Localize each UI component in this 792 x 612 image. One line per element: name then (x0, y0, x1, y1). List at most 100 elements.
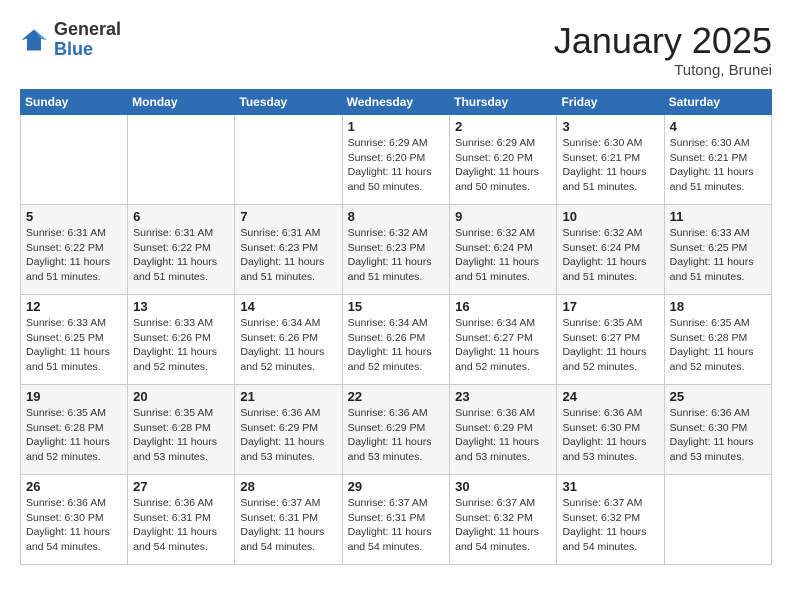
weekday-header: Thursday (450, 90, 557, 115)
day-info: Sunrise: 6:37 AM Sunset: 6:32 PM Dayligh… (562, 496, 658, 555)
day-info: Sunrise: 6:35 AM Sunset: 6:28 PM Dayligh… (670, 316, 766, 375)
calendar-cell: 22 Sunrise: 6:36 AM Sunset: 6:29 PM Dayli… (342, 385, 450, 475)
calendar-cell: 17Sunrise: 6:35 AM Sunset: 6:27 PM Dayli… (557, 295, 664, 385)
calendar-cell: 15Sunrise: 6:34 AM Sunset: 6:26 PM Dayli… (342, 295, 450, 385)
day-number: 19 (26, 389, 122, 404)
day-number: 21 (240, 389, 336, 404)
weekday-header: Monday (128, 90, 235, 115)
day-info: Sunrise: 6:36 AM Sunset: 6:30 PM Dayligh… (562, 406, 658, 465)
weekday-header: Friday (557, 90, 664, 115)
calendar-cell: 27 Sunrise: 6:36 AM Sunset: 6:31 PM Dayli… (128, 475, 235, 565)
calendar-cell: 14 Sunrise: 6:34 AM Sunset: 6:26 PM Dayli… (235, 295, 342, 385)
day-number: 15 (348, 299, 445, 314)
day-number: 8 (348, 209, 445, 224)
day-info: Sunrise: 6:34 AM Sunset: 6:26 PM Dayligh… (240, 316, 336, 375)
calendar-header: SundayMondayTuesdayWednesdayThursdayFrid… (21, 90, 772, 115)
day-number: 10 (562, 209, 658, 224)
day-number: 28 (240, 479, 336, 494)
logo-blue: Blue (54, 40, 121, 60)
calendar-cell: 24Sunrise: 6:36 AM Sunset: 6:30 PM Dayli… (557, 385, 664, 475)
day-info: Sunrise: 6:31 AM Sunset: 6:22 PM Dayligh… (133, 226, 229, 285)
day-info: Sunrise: 6:33 AM Sunset: 6:25 PM Dayligh… (26, 316, 122, 375)
calendar-cell: 2 Sunrise: 6:29 AM Sunset: 6:20 PM Daylig… (450, 115, 557, 205)
calendar-cell: 9Sunrise: 6:32 AM Sunset: 6:24 PM Daylig… (450, 205, 557, 295)
calendar-week-row: 1Sunrise: 6:29 AM Sunset: 6:20 PM Daylig… (21, 115, 772, 205)
day-number: 26 (26, 479, 122, 494)
day-number: 30 (455, 479, 551, 494)
day-number: 11 (670, 209, 766, 224)
calendar-cell: 29 Sunrise: 6:37 AM Sunset: 6:31 PM Dayli… (342, 475, 450, 565)
day-info: Sunrise: 6:35 AM Sunset: 6:27 PM Dayligh… (562, 316, 658, 375)
day-info: Sunrise: 6:30 AM Sunset: 6:21 PM Dayligh… (670, 136, 766, 195)
day-number: 16 (455, 299, 551, 314)
day-info: Sunrise: 6:36 AM Sunset: 6:31 PM Dayligh… (133, 496, 229, 555)
calendar-cell: 4 Sunrise: 6:30 AM Sunset: 6:21 PM Daylig… (664, 115, 771, 205)
calendar-cell: 25 Sunrise: 6:36 AM Sunset: 6:30 PM Dayli… (664, 385, 771, 475)
day-number: 5 (26, 209, 122, 224)
calendar-cell: 21 Sunrise: 6:36 AM Sunset: 6:29 PM Dayli… (235, 385, 342, 475)
day-number: 3 (562, 119, 658, 134)
day-info: Sunrise: 6:33 AM Sunset: 6:25 PM Dayligh… (670, 226, 766, 285)
day-number: 2 (455, 119, 551, 134)
day-info: Sunrise: 6:37 AM Sunset: 6:32 PM Dayligh… (455, 496, 551, 555)
day-info: Sunrise: 6:36 AM Sunset: 6:30 PM Dayligh… (670, 406, 766, 465)
weekday-header: Wednesday (342, 90, 450, 115)
day-number: 14 (240, 299, 336, 314)
calendar-cell: 5 Sunrise: 6:31 AM Sunset: 6:22 PM Daylig… (21, 205, 128, 295)
calendar-body: 1Sunrise: 6:29 AM Sunset: 6:20 PM Daylig… (21, 115, 772, 565)
calendar-cell: 23 Sunrise: 6:36 AM Sunset: 6:29 PM Dayli… (450, 385, 557, 475)
day-number: 22 (348, 389, 445, 404)
calendar-week-row: 5 Sunrise: 6:31 AM Sunset: 6:22 PM Daylig… (21, 205, 772, 295)
day-number: 12 (26, 299, 122, 314)
day-info: Sunrise: 6:29 AM Sunset: 6:20 PM Dayligh… (348, 136, 445, 195)
calendar-cell: 8 Sunrise: 6:32 AM Sunset: 6:23 PM Daylig… (342, 205, 450, 295)
day-info: Sunrise: 6:36 AM Sunset: 6:30 PM Dayligh… (26, 496, 122, 555)
day-info: Sunrise: 6:37 AM Sunset: 6:31 PM Dayligh… (348, 496, 445, 555)
weekday-header: Sunday (21, 90, 128, 115)
day-info: Sunrise: 6:31 AM Sunset: 6:22 PM Dayligh… (26, 226, 122, 285)
calendar-cell: 28Sunrise: 6:37 AM Sunset: 6:31 PM Dayli… (235, 475, 342, 565)
day-info: Sunrise: 6:35 AM Sunset: 6:28 PM Dayligh… (133, 406, 229, 465)
weekday-header: Tuesday (235, 90, 342, 115)
day-info: Sunrise: 6:36 AM Sunset: 6:29 PM Dayligh… (348, 406, 445, 465)
calendar-cell: 16Sunrise: 6:34 AM Sunset: 6:27 PM Dayli… (450, 295, 557, 385)
page-header: General Blue January 2025 Tutong, Brunei (20, 20, 772, 79)
day-number: 13 (133, 299, 229, 314)
day-info: Sunrise: 6:35 AM Sunset: 6:28 PM Dayligh… (26, 406, 122, 465)
calendar-cell: 7 Sunrise: 6:31 AM Sunset: 6:23 PM Daylig… (235, 205, 342, 295)
calendar-cell: 13 Sunrise: 6:33 AM Sunset: 6:26 PM Dayli… (128, 295, 235, 385)
day-number: 23 (455, 389, 551, 404)
calendar-week-row: 26 Sunrise: 6:36 AM Sunset: 6:30 PM Dayli… (21, 475, 772, 565)
day-number: 7 (240, 209, 336, 224)
day-number: 31 (562, 479, 658, 494)
day-info: Sunrise: 6:32 AM Sunset: 6:24 PM Dayligh… (562, 226, 658, 285)
calendar-cell: 26 Sunrise: 6:36 AM Sunset: 6:30 PM Dayli… (21, 475, 128, 565)
day-number: 27 (133, 479, 229, 494)
month-title: January 2025 (554, 20, 772, 62)
title-block: January 2025 Tutong, Brunei (554, 20, 772, 79)
day-number: 29 (348, 479, 445, 494)
header-row: SundayMondayTuesdayWednesdayThursdayFrid… (21, 90, 772, 115)
calendar-cell: 1Sunrise: 6:29 AM Sunset: 6:20 PM Daylig… (342, 115, 450, 205)
day-info: Sunrise: 6:36 AM Sunset: 6:29 PM Dayligh… (240, 406, 336, 465)
calendar-cell: 19 Sunrise: 6:35 AM Sunset: 6:28 PM Dayli… (21, 385, 128, 475)
day-info: Sunrise: 6:29 AM Sunset: 6:20 PM Dayligh… (455, 136, 551, 195)
calendar-cell (21, 115, 128, 205)
day-number: 25 (670, 389, 766, 404)
calendar-cell: 30 Sunrise: 6:37 AM Sunset: 6:32 PM Dayli… (450, 475, 557, 565)
calendar-cell (128, 115, 235, 205)
calendar-cell: 10 Sunrise: 6:32 AM Sunset: 6:24 PM Dayli… (557, 205, 664, 295)
day-info: Sunrise: 6:36 AM Sunset: 6:29 PM Dayligh… (455, 406, 551, 465)
day-info: Sunrise: 6:31 AM Sunset: 6:23 PM Dayligh… (240, 226, 336, 285)
logo-icon (20, 26, 48, 54)
day-number: 18 (670, 299, 766, 314)
logo-general: General (54, 20, 121, 40)
day-info: Sunrise: 6:32 AM Sunset: 6:23 PM Dayligh… (348, 226, 445, 285)
day-number: 6 (133, 209, 229, 224)
calendar-table: SundayMondayTuesdayWednesdayThursdayFrid… (20, 89, 772, 565)
location-subtitle: Tutong, Brunei (554, 62, 772, 79)
calendar-cell (664, 475, 771, 565)
day-number: 4 (670, 119, 766, 134)
calendar-cell: 6 Sunrise: 6:31 AM Sunset: 6:22 PM Daylig… (128, 205, 235, 295)
day-info: Sunrise: 6:33 AM Sunset: 6:26 PM Dayligh… (133, 316, 229, 375)
